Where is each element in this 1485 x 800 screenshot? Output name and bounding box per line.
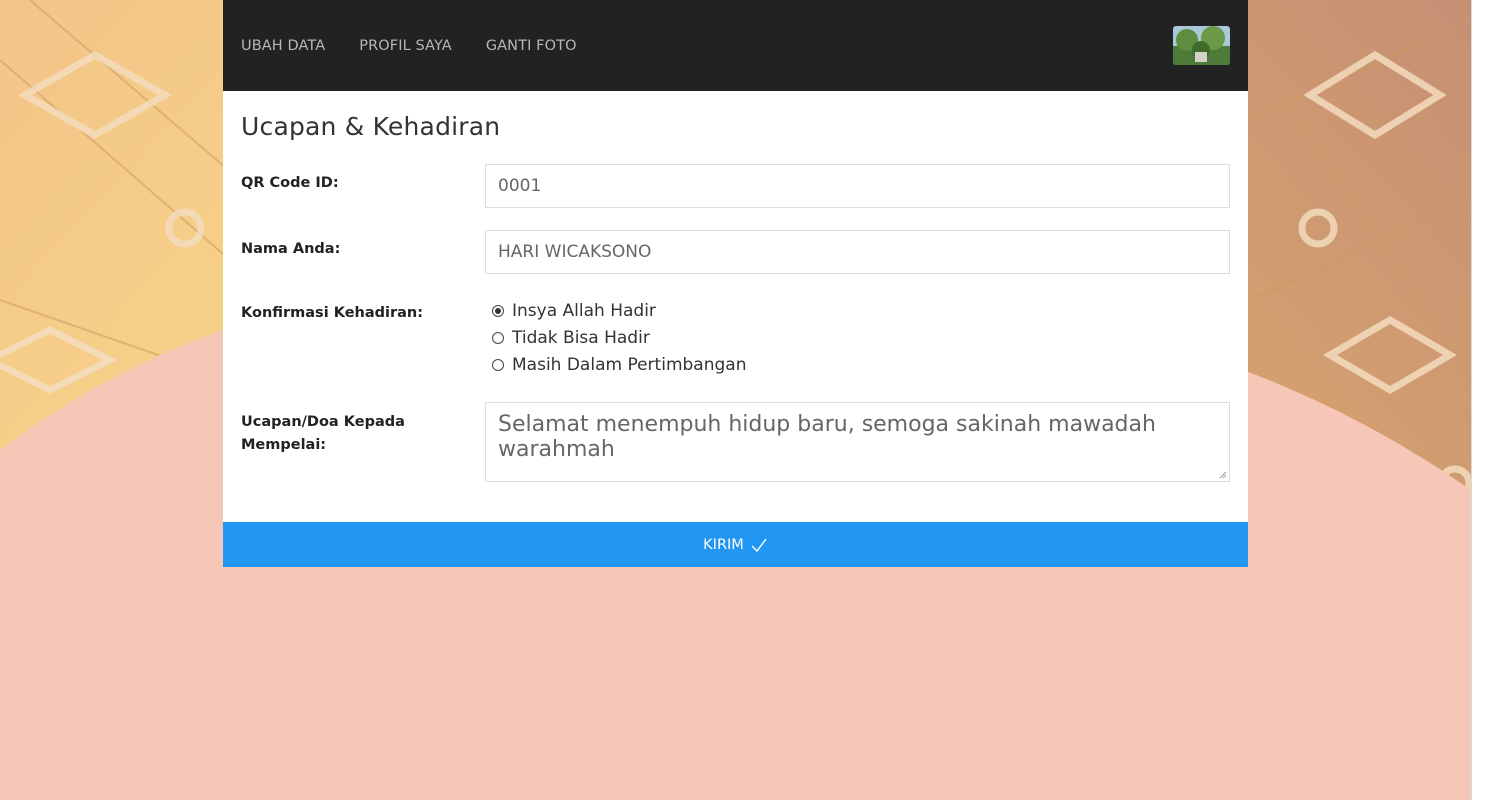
resize-handle-icon[interactable] (1219, 471, 1227, 479)
radio-masih-dalam-pertimbangan[interactable]: Masih Dalam Pertimbangan (485, 351, 1230, 378)
qr-row: QR Code ID: 0001 (241, 164, 1230, 208)
radio-unchecked-icon[interactable] (492, 331, 504, 344)
attendance-label: Konfirmasi Kehadiran: (241, 305, 424, 321)
name-input[interactable]: HARI WICAKSONO (485, 230, 1230, 274)
submit-button[interactable]: KIRIM (223, 522, 1248, 567)
top-navbar: UBAH DATA PROFIL SAYA GANTI FOTO (223, 0, 1248, 91)
qr-label: QR Code ID: (241, 175, 339, 191)
message-text: Selamat menempuh hidup baru, semoga saki… (498, 412, 1156, 462)
radio-insya-allah-hadir[interactable]: Insya Allah Hadir (485, 297, 1230, 324)
radio-label: Tidak Bisa Hadir (512, 327, 650, 348)
attendance-radio-group: Insya Allah Hadir Tidak Bisa Hadir Masih… (485, 296, 1230, 378)
radio-tidak-bisa-hadir[interactable]: Tidak Bisa Hadir (485, 324, 1230, 351)
attendance-row: Konfirmasi Kehadiran: Insya Allah Hadir … (241, 296, 1230, 378)
avatar[interactable] (1173, 26, 1230, 65)
radio-label: Masih Dalam Pertimbangan (512, 354, 747, 375)
nav-link-profil-saya[interactable]: PROFIL SAYA (359, 38, 452, 54)
rsvp-card: UBAH DATA PROFIL SAYA GANTI FOTO Ucapan … (223, 0, 1248, 567)
page-title: Ucapan & Kehadiran (241, 112, 501, 141)
message-row: Ucapan/Doa Kepada Mempelai: Selamat mene… (241, 402, 1230, 482)
form-panel: Ucapan & Kehadiran QR Code ID: 0001 Nama… (223, 91, 1248, 522)
nav-link-ubah-data[interactable]: UBAH DATA (241, 38, 325, 54)
name-row: Nama Anda: HARI WICAKSONO (241, 230, 1230, 274)
checkmark-icon (751, 538, 767, 552)
radio-unchecked-icon[interactable] (492, 358, 504, 371)
scrollbar-track (1471, 0, 1485, 800)
message-label: Ucapan/Doa Kepada Mempelai: (241, 414, 405, 453)
qr-code-input[interactable]: 0001 (485, 164, 1230, 208)
nav-link-ganti-foto[interactable]: GANTI FOTO (486, 38, 577, 54)
profile-photo-icon (1173, 26, 1230, 65)
name-label: Nama Anda: (241, 241, 341, 257)
submit-label: KIRIM (703, 536, 744, 553)
radio-checked-icon[interactable] (492, 304, 504, 317)
radio-label: Insya Allah Hadir (512, 300, 656, 321)
message-textarea[interactable]: Selamat menempuh hidup baru, semoga saki… (485, 402, 1230, 482)
